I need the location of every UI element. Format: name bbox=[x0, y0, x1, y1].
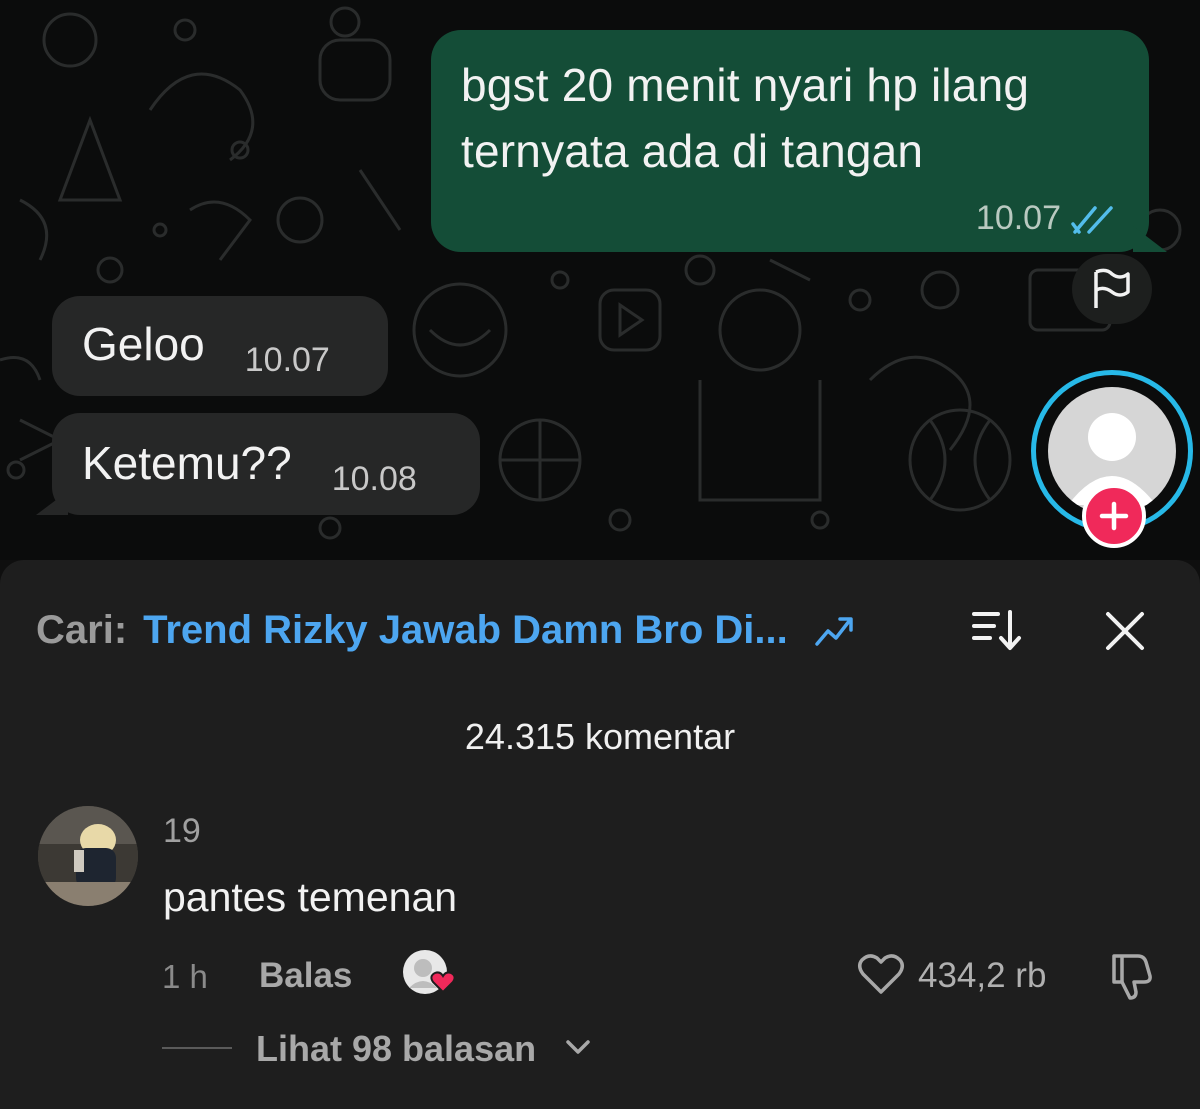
chat-screenshot: bgst 20 menit nyari hp ilang ternyata ad… bbox=[0, 0, 1200, 560]
incoming-message-text: Ketemu?? bbox=[82, 437, 292, 489]
sort-icon[interactable] bbox=[970, 608, 1024, 652]
heart-icon[interactable] bbox=[856, 952, 906, 996]
outgoing-message[interactable]: bgst 20 menit nyari hp ilang ternyata ad… bbox=[431, 30, 1167, 252]
search-suggestion[interactable]: Cari: Trend Rizky Jawab Damn Bro Di... bbox=[36, 608, 856, 653]
comment-text: pantes temenan bbox=[163, 874, 458, 920]
outgoing-message-time: 10.07 bbox=[975, 199, 1061, 237]
search-query-link[interactable]: Trend Rizky Jawab Damn Bro Di... bbox=[143, 608, 788, 653]
plus-icon bbox=[1099, 501, 1129, 531]
dislike-icon[interactable] bbox=[1106, 952, 1156, 1002]
report-button[interactable] bbox=[1072, 254, 1152, 324]
bubble-tail bbox=[1133, 226, 1167, 252]
comment-count: 24.315 komentar bbox=[464, 716, 736, 757]
comment-username[interactable]: 19 bbox=[163, 812, 201, 851]
chevron-down-icon[interactable] bbox=[565, 1038, 591, 1056]
incoming-message-text: Geloo bbox=[82, 318, 205, 370]
flag-icon bbox=[1094, 268, 1130, 308]
replies-divider bbox=[162, 1047, 232, 1049]
view-replies-button[interactable]: Lihat 98 balasan bbox=[256, 1028, 536, 1070]
reply-button[interactable]: Balas bbox=[259, 956, 352, 996]
double-check-icon bbox=[1071, 205, 1113, 234]
creator-liked-icon bbox=[403, 950, 456, 994]
like-count: 434,2 rb bbox=[918, 956, 1047, 995]
trending-icon bbox=[815, 616, 853, 646]
outgoing-message-text: bgst 20 menit nyari hp ilang ternyata ad… bbox=[461, 59, 1030, 177]
incoming-message[interactable]: Ketemu?? 10.08 bbox=[36, 413, 480, 515]
commenter-avatar[interactable] bbox=[38, 806, 138, 906]
follow-button[interactable] bbox=[1082, 484, 1146, 548]
comment-time: 1 h bbox=[162, 958, 208, 995]
incoming-message-time: 10.08 bbox=[331, 460, 417, 498]
outgoing-message-meta: 10.07 bbox=[976, 199, 1119, 238]
comments-sheet: Cari: Trend Rizky Jawab Damn Bro Di... 2… bbox=[0, 560, 1200, 1109]
close-icon[interactable] bbox=[1104, 610, 1146, 652]
incoming-message[interactable]: Geloo 10.07 bbox=[52, 296, 388, 396]
bubble-tail bbox=[36, 491, 68, 515]
search-label: Cari: bbox=[36, 608, 128, 652]
incoming-message-time: 10.07 bbox=[244, 341, 330, 379]
